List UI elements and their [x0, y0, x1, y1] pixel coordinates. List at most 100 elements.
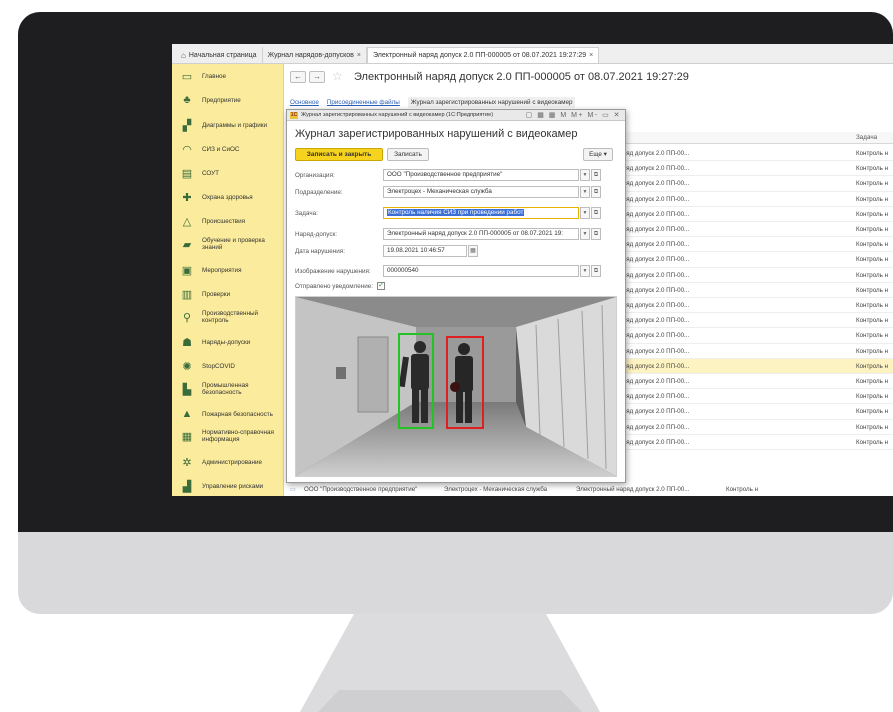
sidebar-item-label: СОУТ: [202, 169, 220, 177]
org-dropdown-button[interactable]: ▼: [580, 169, 590, 181]
calendar-icon[interactable]: ▦: [468, 245, 478, 257]
task-label: Задача:: [295, 210, 318, 217]
home-icon: ⌂: [181, 50, 186, 60]
cell-doc: наряд допуск 2.0 ПП-00...: [616, 180, 690, 188]
sidebar-item-stopcovid[interactable]: ✺ StopCOVID: [172, 358, 284, 374]
violation-dialog: 1С Журнал зарегистрированных нарушений с…: [286, 109, 626, 483]
table-row[interactable]: наряд допуск 2.0 ПП-00... Контроль н: [614, 374, 893, 390]
close-icon[interactable]: ×: [357, 52, 361, 59]
sidebar-item-charts[interactable]: ▞ Диаграммы и графики: [172, 117, 284, 133]
list-bottom-row[interactable]: ▭ ООО "Производственное предприятие" Эле…: [284, 484, 893, 496]
org-field[interactable]: ООО "Производственное предприятие": [383, 169, 579, 181]
virus-icon: ✺: [182, 360, 192, 373]
back-button[interactable]: ←: [290, 71, 306, 83]
table-row[interactable]: наряд допуск 2.0 ПП-00... Контроль н: [614, 222, 893, 238]
table-row[interactable]: наряд допуск 2.0 ПП-00... Контроль н: [614, 404, 893, 420]
sidebar-item-label: Наряды-допуски: [202, 338, 251, 346]
sidebar-item-fire-safety[interactable]: ▲ Пожарная безопасность: [172, 406, 284, 422]
sidebar-item-main[interactable]: ▭ Главное: [172, 68, 284, 84]
close-icon[interactable]: ×: [589, 52, 593, 59]
cell-task: Контроль н: [856, 438, 889, 446]
subtab-attached-files[interactable]: Присоединенные файлы: [327, 99, 400, 106]
sidebar-item-label: Охрана здоровья: [202, 193, 253, 201]
factory-icon: ▙: [182, 383, 192, 396]
cell-doc: наряд допуск 2.0 ПП-00...: [616, 226, 690, 233]
cell-doc: наряд допуск 2.0 ПП-00...: [616, 393, 690, 401]
table-row[interactable]: наряд допуск 2.0 ПП-00... Контроль н: [614, 252, 893, 268]
table-row[interactable]: наряд допуск 2.0 ПП-00... Контроль н: [614, 146, 893, 162]
task-field[interactable]: Контроль наличия СИЗ при проведении рабо…: [383, 207, 579, 219]
table-row[interactable]: наряд допуск 2.0 ПП-00... Контроль н: [614, 161, 893, 177]
star-icon[interactable]: ☆: [332, 69, 343, 83]
dept-dropdown-button[interactable]: ▼: [580, 186, 590, 198]
save-button[interactable]: Записать: [387, 148, 429, 161]
permit-field[interactable]: Электронный наряд допуск 2.0 ПП-000005 о…: [383, 228, 579, 240]
image-dropdown-button[interactable]: ▼: [580, 265, 590, 277]
tab-home[interactable]: ⌂ Начальная страница: [176, 47, 263, 63]
sidebar-item-permits[interactable]: ☗ Наряды-допуски: [172, 334, 284, 350]
sidebar-item-health[interactable]: ✚ Охрана здоровья: [172, 189, 284, 205]
fire-extinguisher-icon: ▲: [181, 408, 193, 420]
app-logo-icon: 1С: [290, 112, 298, 119]
sidebar-item-enterprise[interactable]: ♣ Предприятие: [172, 92, 284, 108]
sidebar-item-incidents[interactable]: △ Происшествия: [172, 213, 284, 229]
save-and-close-button[interactable]: Записать и закрыть: [295, 148, 383, 161]
tab-permits-journal[interactable]: Журнал нарядов-допусков ×: [263, 47, 367, 63]
cell-task: Контроль н: [856, 226, 889, 233]
cell-task: Контроль н: [856, 378, 889, 385]
subtab-violations-journal[interactable]: Журнал зарегистрированных нарушений с ви…: [407, 97, 576, 108]
date-field[interactable]: 19.08.2021 10:46:57: [383, 245, 467, 257]
sidebar-item-training[interactable]: ▰ Обучение и проверка знаний: [172, 234, 284, 254]
sidebar-item-industrial-safety[interactable]: ▙ Промышленная безопасность: [172, 379, 284, 399]
cell-org: ООО "Производственное предприятие": [304, 486, 418, 493]
sidebar-item-production-control[interactable]: ⚲ Производственный контроль: [172, 307, 284, 327]
table-row[interactable]: наряд допуск 2.0 ПП-00... Контроль н: [614, 420, 893, 435]
table-row[interactable]: наряд допуск 2.0 ПП-00... Контроль н: [614, 176, 893, 192]
cell-doc: наряд допуск 2.0 ПП-00...: [616, 302, 690, 309]
table-row[interactable]: наряд допуск 2.0 ПП-00... Контроль н: [614, 237, 893, 253]
dept-field[interactable]: Электроцех - Механическая служба: [383, 186, 579, 198]
sidebar-item-sout[interactable]: ▤ СОУТ: [172, 165, 284, 181]
sidebar-item-label: Мероприятия: [202, 266, 242, 274]
permit-dropdown-button[interactable]: ▼: [580, 228, 590, 240]
table-row[interactable]: наряд допуск 2.0 ПП-00... Контроль н: [614, 313, 893, 329]
more-button[interactable]: Еще ▾: [583, 148, 613, 161]
table-row[interactable]: наряд допуск 2.0 ПП-00... Контроль н: [614, 435, 893, 450]
image-field[interactable]: 000000540: [383, 265, 579, 277]
open-link-icon[interactable]: ⧉: [591, 265, 601, 277]
sidebar-item-measures[interactable]: ▣ Мероприятия: [172, 262, 284, 278]
table-row[interactable]: наряд допуск 2.0 ПП-00... Контроль н: [614, 328, 893, 344]
table-row[interactable]: наряд допуск 2.0 ПП-00... Контроль н: [614, 207, 893, 222]
cell-doc: Электронный наряд допуск 2.0 ПП-00...: [576, 486, 690, 493]
task-dropdown-button[interactable]: ▼: [580, 207, 590, 219]
cell-task: Контроль н: [726, 486, 759, 493]
tab-electronic-permit[interactable]: Электронный наряд допуск 2.0 ПП-000005 о…: [367, 47, 600, 63]
window-controls[interactable]: ▢ ▦ ▦ M M+ M- ▭ ✕: [526, 111, 621, 119]
open-link-icon[interactable]: ⧉: [591, 207, 601, 219]
sidebar-item-administration[interactable]: ✲ Администрирование: [172, 454, 284, 470]
forward-button[interactable]: →: [309, 71, 325, 83]
sidebar-item-ppe[interactable]: ◠ СИЗ и СиОС: [172, 141, 284, 157]
column-header-task[interactable]: Задача: [856, 134, 877, 141]
table-row[interactable]: наряд допуск 2.0 ПП-00... Контроль н: [614, 298, 893, 314]
open-link-icon[interactable]: ⧉: [591, 186, 601, 198]
notify-checkbox[interactable]: ✓: [377, 282, 385, 290]
subtab-main[interactable]: Основное: [290, 99, 319, 106]
dialog-titlebar[interactable]: 1С Журнал зарегистрированных нарушений с…: [287, 110, 625, 121]
table-row[interactable]: наряд допуск 2.0 ПП-00... Контроль н: [614, 344, 893, 359]
open-link-icon[interactable]: ⧉: [591, 169, 601, 181]
sidebar-item-risk-management[interactable]: ▟ Управление рисками: [172, 478, 284, 494]
dialog-window-title: Журнал зарегистрированных нарушений с ви…: [301, 112, 494, 118]
table-row[interactable]: наряд допуск 2.0 ПП-00... Контроль н: [614, 358, 893, 374]
table-row[interactable]: наряд допуск 2.0 ПП-00... Контроль н: [614, 389, 893, 405]
open-link-icon[interactable]: ⧉: [591, 228, 601, 240]
cell-dept: Электроцех - Механическая служба: [444, 486, 548, 493]
sidebar-item-reference[interactable]: ▦ Нормативно-справочная информация: [172, 426, 284, 446]
sidebar-item-inspections[interactable]: ▥ Проверки: [172, 286, 284, 302]
sidebar-item-label: Нормативно-справочная информация: [202, 429, 274, 443]
table-row[interactable]: наряд допуск 2.0 ПП-00... Контроль н: [614, 192, 893, 207]
cell-task: Контроль н: [856, 286, 889, 294]
table-row[interactable]: наряд допуск 2.0 ПП-00... Контроль н: [614, 268, 893, 283]
cell-task: Контроль н: [856, 317, 889, 325]
table-row[interactable]: наряд допуск 2.0 ПП-00... Контроль н: [614, 283, 893, 298]
